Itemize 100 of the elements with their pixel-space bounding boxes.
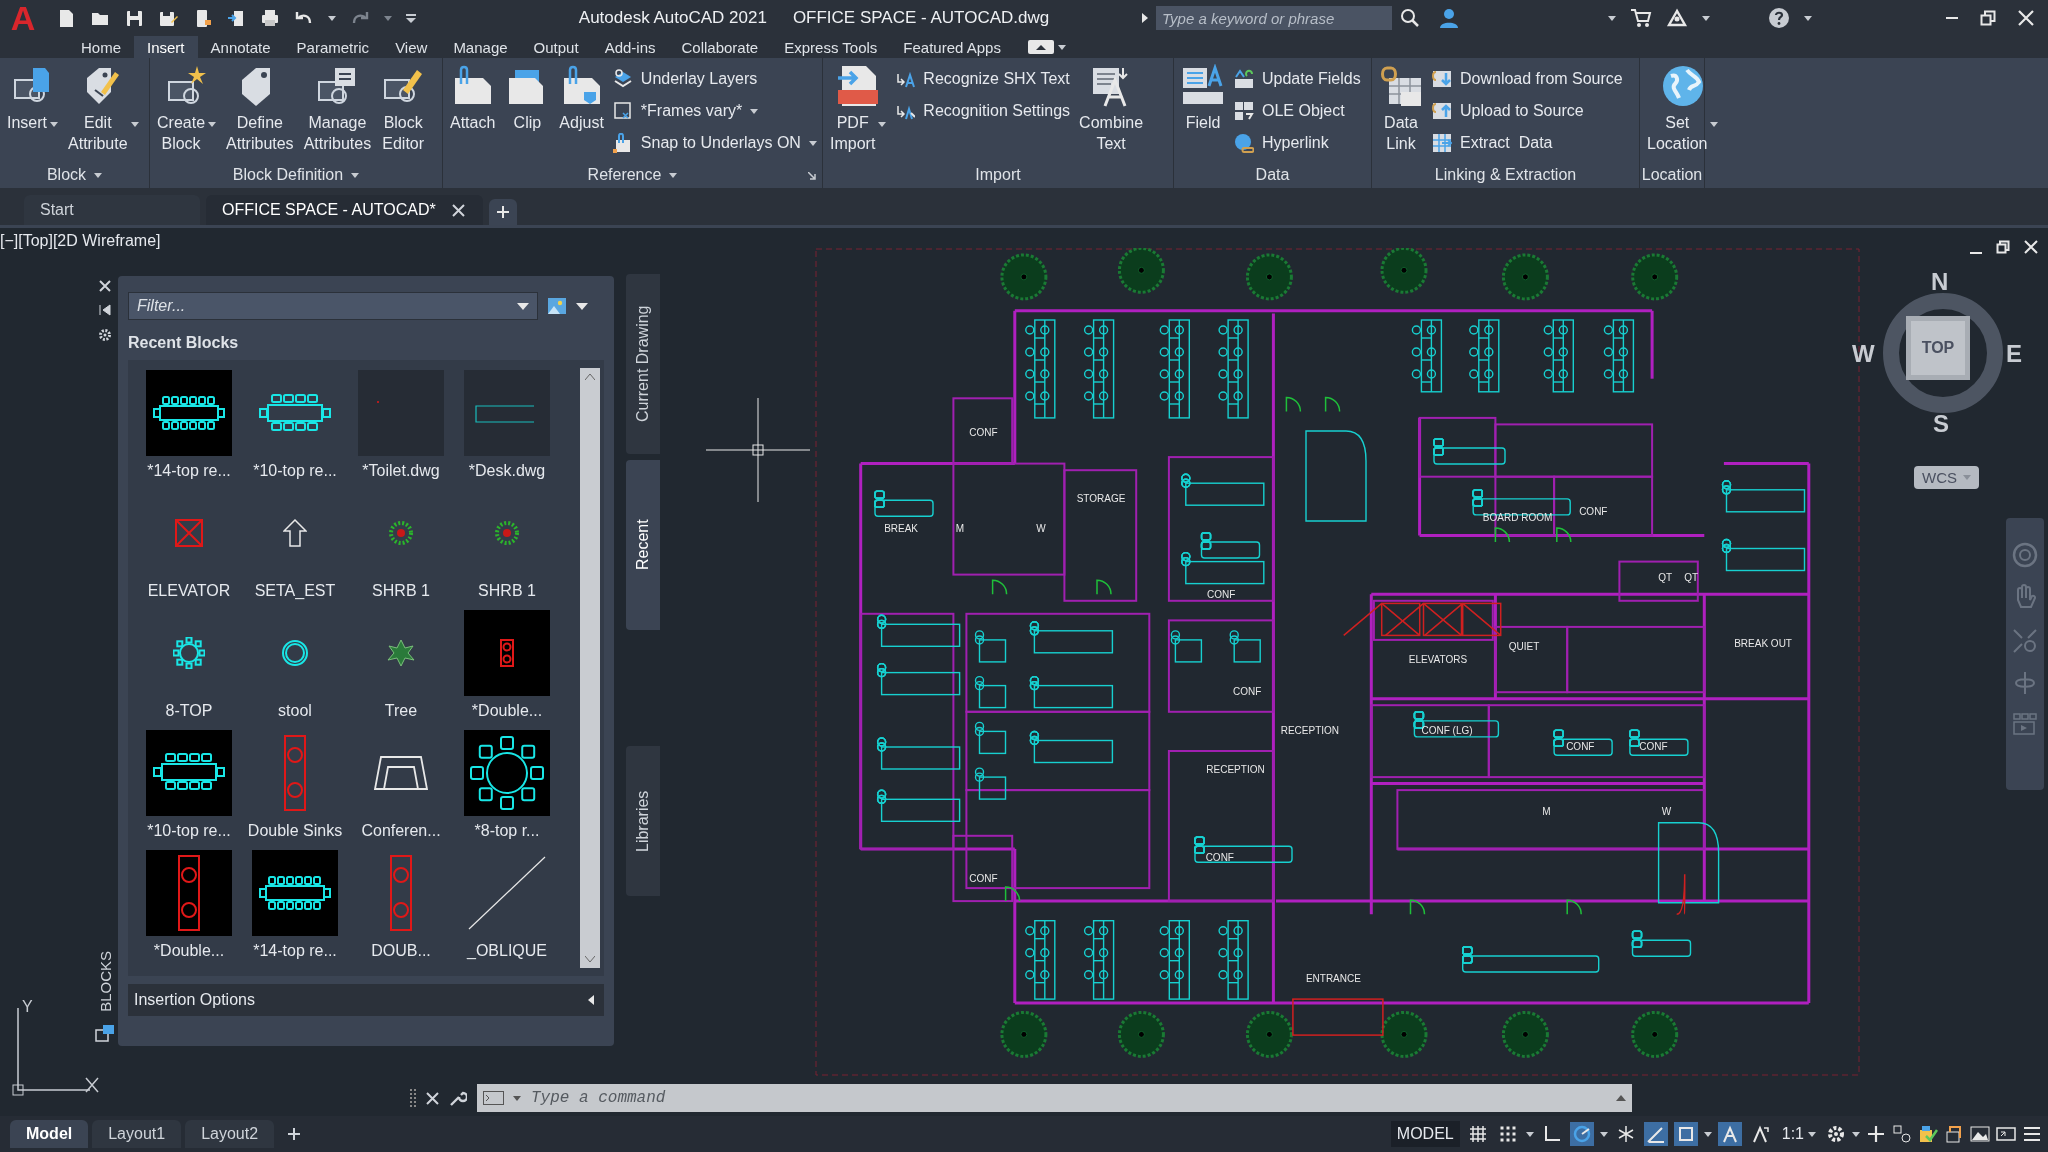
ribbon-tab[interactable]: Collaborate (668, 36, 772, 58)
status-toggle[interactable] (1673, 1122, 1698, 1146)
ribbon-button[interactable]: Manage Attributes (300, 64, 375, 154)
ribbon-button[interactable]: Create Block (154, 64, 220, 154)
palette-title: BLOCKS (96, 951, 114, 1012)
block-item[interactable]: 8-TOP (136, 608, 242, 728)
command-line-field[interactable]: Type a command (477, 1084, 1632, 1112)
caret-icon (513, 1095, 521, 1101)
insertion-options-bar[interactable]: Insertion Options (128, 984, 604, 1016)
block-item[interactable]: *8-top r... (454, 728, 560, 848)
frame-icon (612, 101, 633, 121)
block-item[interactable]: Double Sinks (242, 728, 348, 848)
caret-icon (328, 15, 336, 21)
ribbon-button[interactable]: Clip (502, 64, 553, 133)
block-item[interactable]: *14-top re... (136, 368, 242, 488)
viewcube-face[interactable]: TOP (1906, 316, 1970, 380)
block-item[interactable]: Conferen... (348, 728, 454, 848)
ribbon-button[interactable]: *Frames vary* (610, 98, 819, 124)
ribbon-tab[interactable]: Parametric (283, 36, 383, 58)
block-item[interactable]: ELEVATOR (136, 488, 242, 608)
ribbon-tab[interactable]: Output (520, 36, 592, 58)
ribbon-button[interactable]: Insert (4, 64, 61, 133)
command-input[interactable]: Type a command (529, 1088, 1608, 1108)
ribbon-tab[interactable]: Express Tools (771, 36, 891, 58)
ucs-menu[interactable]: WCS (1914, 466, 1979, 489)
block-item[interactable]: SHRB 1 (348, 488, 454, 608)
palette-tab[interactable]: Current Drawing (626, 274, 660, 454)
viewport-controls-label[interactable]: [−][Top][2D Wireframe] (0, 232, 161, 250)
palette-tab[interactable]: Recent (626, 460, 660, 630)
ribbon-button[interactable]: OLE Object (1232, 98, 1363, 124)
space-toggle[interactable]: MODEL (1390, 1121, 1460, 1147)
ribbon-button[interactable]: Recognition Settings (893, 98, 1073, 124)
ribbon-button[interactable]: Update Fields (1232, 66, 1363, 92)
block-item[interactable]: Tree (348, 608, 454, 728)
ribbon-button[interactable]: Combine Text (1076, 64, 1147, 154)
ribbon-button[interactable]: Attach (447, 64, 499, 133)
ribbon-button[interactable]: Block Editor (378, 64, 429, 154)
ribbon-button[interactable]: Adjust (556, 64, 607, 133)
block-item[interactable]: SHRB 1 (454, 488, 560, 608)
search-field[interactable]: Type a keyword or phrase (1156, 6, 1392, 30)
ribbon-button[interactable]: Hyperlink (1232, 130, 1363, 156)
status-toggle[interactable] (1643, 1122, 1668, 1146)
zoom-extents-icon (2012, 628, 2038, 654)
ribbon-tab[interactable]: Add-ins (591, 36, 669, 58)
ribbon-button[interactable]: Data Link (1376, 64, 1426, 154)
ribbon-button[interactable]: Set Location (1644, 64, 1722, 154)
block-item[interactable]: *Toilet.dwg (348, 368, 454, 488)
ribbon-tab[interactable]: Insert (134, 36, 198, 58)
gear-icon (1826, 1124, 1846, 1144)
layout-tab[interactable]: Layout2 (185, 1120, 275, 1148)
ribbon-button[interactable]: Upload to Source (1430, 98, 1625, 124)
ribbon-tab[interactable]: Home (68, 36, 134, 58)
ribbon-button[interactable]: Define Attributes (223, 64, 297, 154)
layout-tab[interactable]: Layout1 (92, 1120, 182, 1148)
close-icon (99, 280, 111, 292)
ribbon-button[interactable]: Extract Data (1430, 130, 1625, 156)
block-item[interactable]: SETA_EST (242, 488, 348, 608)
ribbon-button[interactable]: Snap to Underlays ON (610, 130, 819, 156)
ribbon-button[interactable]: Download from Source (1430, 66, 1625, 92)
block-item[interactable]: *10-top re... (242, 368, 348, 488)
compass-east[interactable]: E (2006, 340, 2022, 368)
block-item[interactable]: *10-top re... (136, 728, 242, 848)
block-item[interactable]: *Double... (136, 848, 242, 968)
ribbon-tab[interactable]: Featured Apps (890, 36, 1014, 58)
ribbon-button[interactable]: Field (1178, 64, 1228, 133)
filter-field[interactable]: Filter... (128, 292, 538, 320)
layout-tab[interactable]: Model (10, 1120, 89, 1148)
letter-a-icon (1720, 1125, 1739, 1143)
block-item[interactable]: stool (242, 608, 348, 728)
ribbon-button[interactable]: Recognize SHX Text (893, 66, 1073, 92)
scrollbar[interactable] (580, 368, 600, 968)
status-toggle[interactable] (1717, 1122, 1742, 1146)
block-item[interactable]: DOUB... (348, 848, 454, 968)
history-caret-icon (1616, 1095, 1626, 1101)
panel-title: Block Definition (232, 166, 344, 184)
compass-north[interactable]: N (1931, 268, 1949, 296)
ribbon-tab[interactable]: Manage (440, 36, 521, 58)
document-tab[interactable]: Start (24, 195, 200, 225)
ribbon-button[interactable]: Edit Attribute (65, 64, 142, 154)
compass-south[interactable]: S (1933, 410, 1949, 438)
status-toggle[interactable] (1569, 1122, 1594, 1146)
block-item[interactable]: *14-top re... (242, 848, 348, 968)
new-tab-button[interactable] (488, 199, 517, 225)
document-tab[interactable]: OFFICE SPACE - AUTOCAD* (206, 195, 483, 225)
block-item[interactable]: _OBLIQUE (454, 848, 560, 968)
compass-west[interactable]: W (1852, 340, 1875, 368)
ribbon-button[interactable]: Underlay Layers (610, 66, 819, 92)
section-title: Recent Blocks (128, 334, 240, 352)
palette-tab[interactable]: Libraries (626, 746, 660, 896)
scroll-up-icon (585, 374, 595, 380)
ribbon-button[interactable]: PDF Import (827, 64, 890, 154)
caret-icon (208, 122, 217, 127)
block-item[interactable]: *Desk.dwg (454, 368, 560, 488)
download-icon (1432, 69, 1452, 89)
ribbon-tab[interactable]: View (382, 36, 441, 58)
ribbon-tab[interactable]: Annotate (197, 36, 284, 58)
annotation-scale[interactable]: 1:1 (1777, 1125, 1820, 1143)
room-label: CONF (969, 872, 998, 884)
block-item[interactable]: *Double... (454, 608, 560, 728)
pdf-icon (836, 64, 881, 108)
